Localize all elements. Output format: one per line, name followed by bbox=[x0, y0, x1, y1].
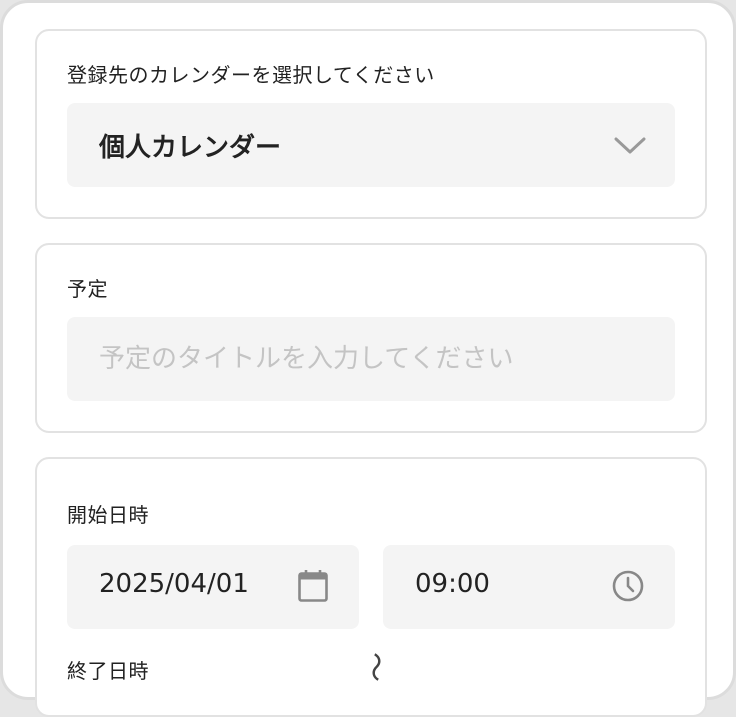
calendar-select[interactable]: 個人カレンダー bbox=[67, 103, 675, 187]
calendar-icon[interactable] bbox=[297, 569, 329, 603]
start-time-value: 09:00 bbox=[415, 569, 490, 599]
start-date-field[interactable]: 2025/04/01 bbox=[67, 545, 359, 629]
chevron-down-icon bbox=[614, 137, 646, 154]
event-title-input[interactable] bbox=[67, 317, 675, 401]
start-datetime-card: 開始日時 2025/04/01 09:00 〜 終了日時 bbox=[35, 457, 707, 717]
start-date-value: 2025/04/01 bbox=[99, 569, 249, 599]
calendar-select-card: 登録先のカレンダーを選択してください 個人カレンダー bbox=[35, 29, 707, 219]
form-frame: 登録先のカレンダーを選択してください 個人カレンダー 予定 開始日時 2025/… bbox=[0, 0, 736, 717]
range-separator: 〜 bbox=[357, 652, 392, 682]
start-datetime-label: 開始日時 bbox=[67, 503, 149, 527]
event-title-label: 予定 bbox=[67, 277, 108, 301]
event-title-card: 予定 bbox=[35, 243, 707, 433]
start-time-field[interactable]: 09:00 bbox=[383, 545, 675, 629]
calendar-select-value: 個人カレンダー bbox=[99, 133, 282, 163]
calendar-select-label: 登録先のカレンダーを選択してください bbox=[67, 63, 435, 87]
event-title-field bbox=[67, 317, 675, 401]
clock-icon[interactable] bbox=[611, 569, 645, 603]
